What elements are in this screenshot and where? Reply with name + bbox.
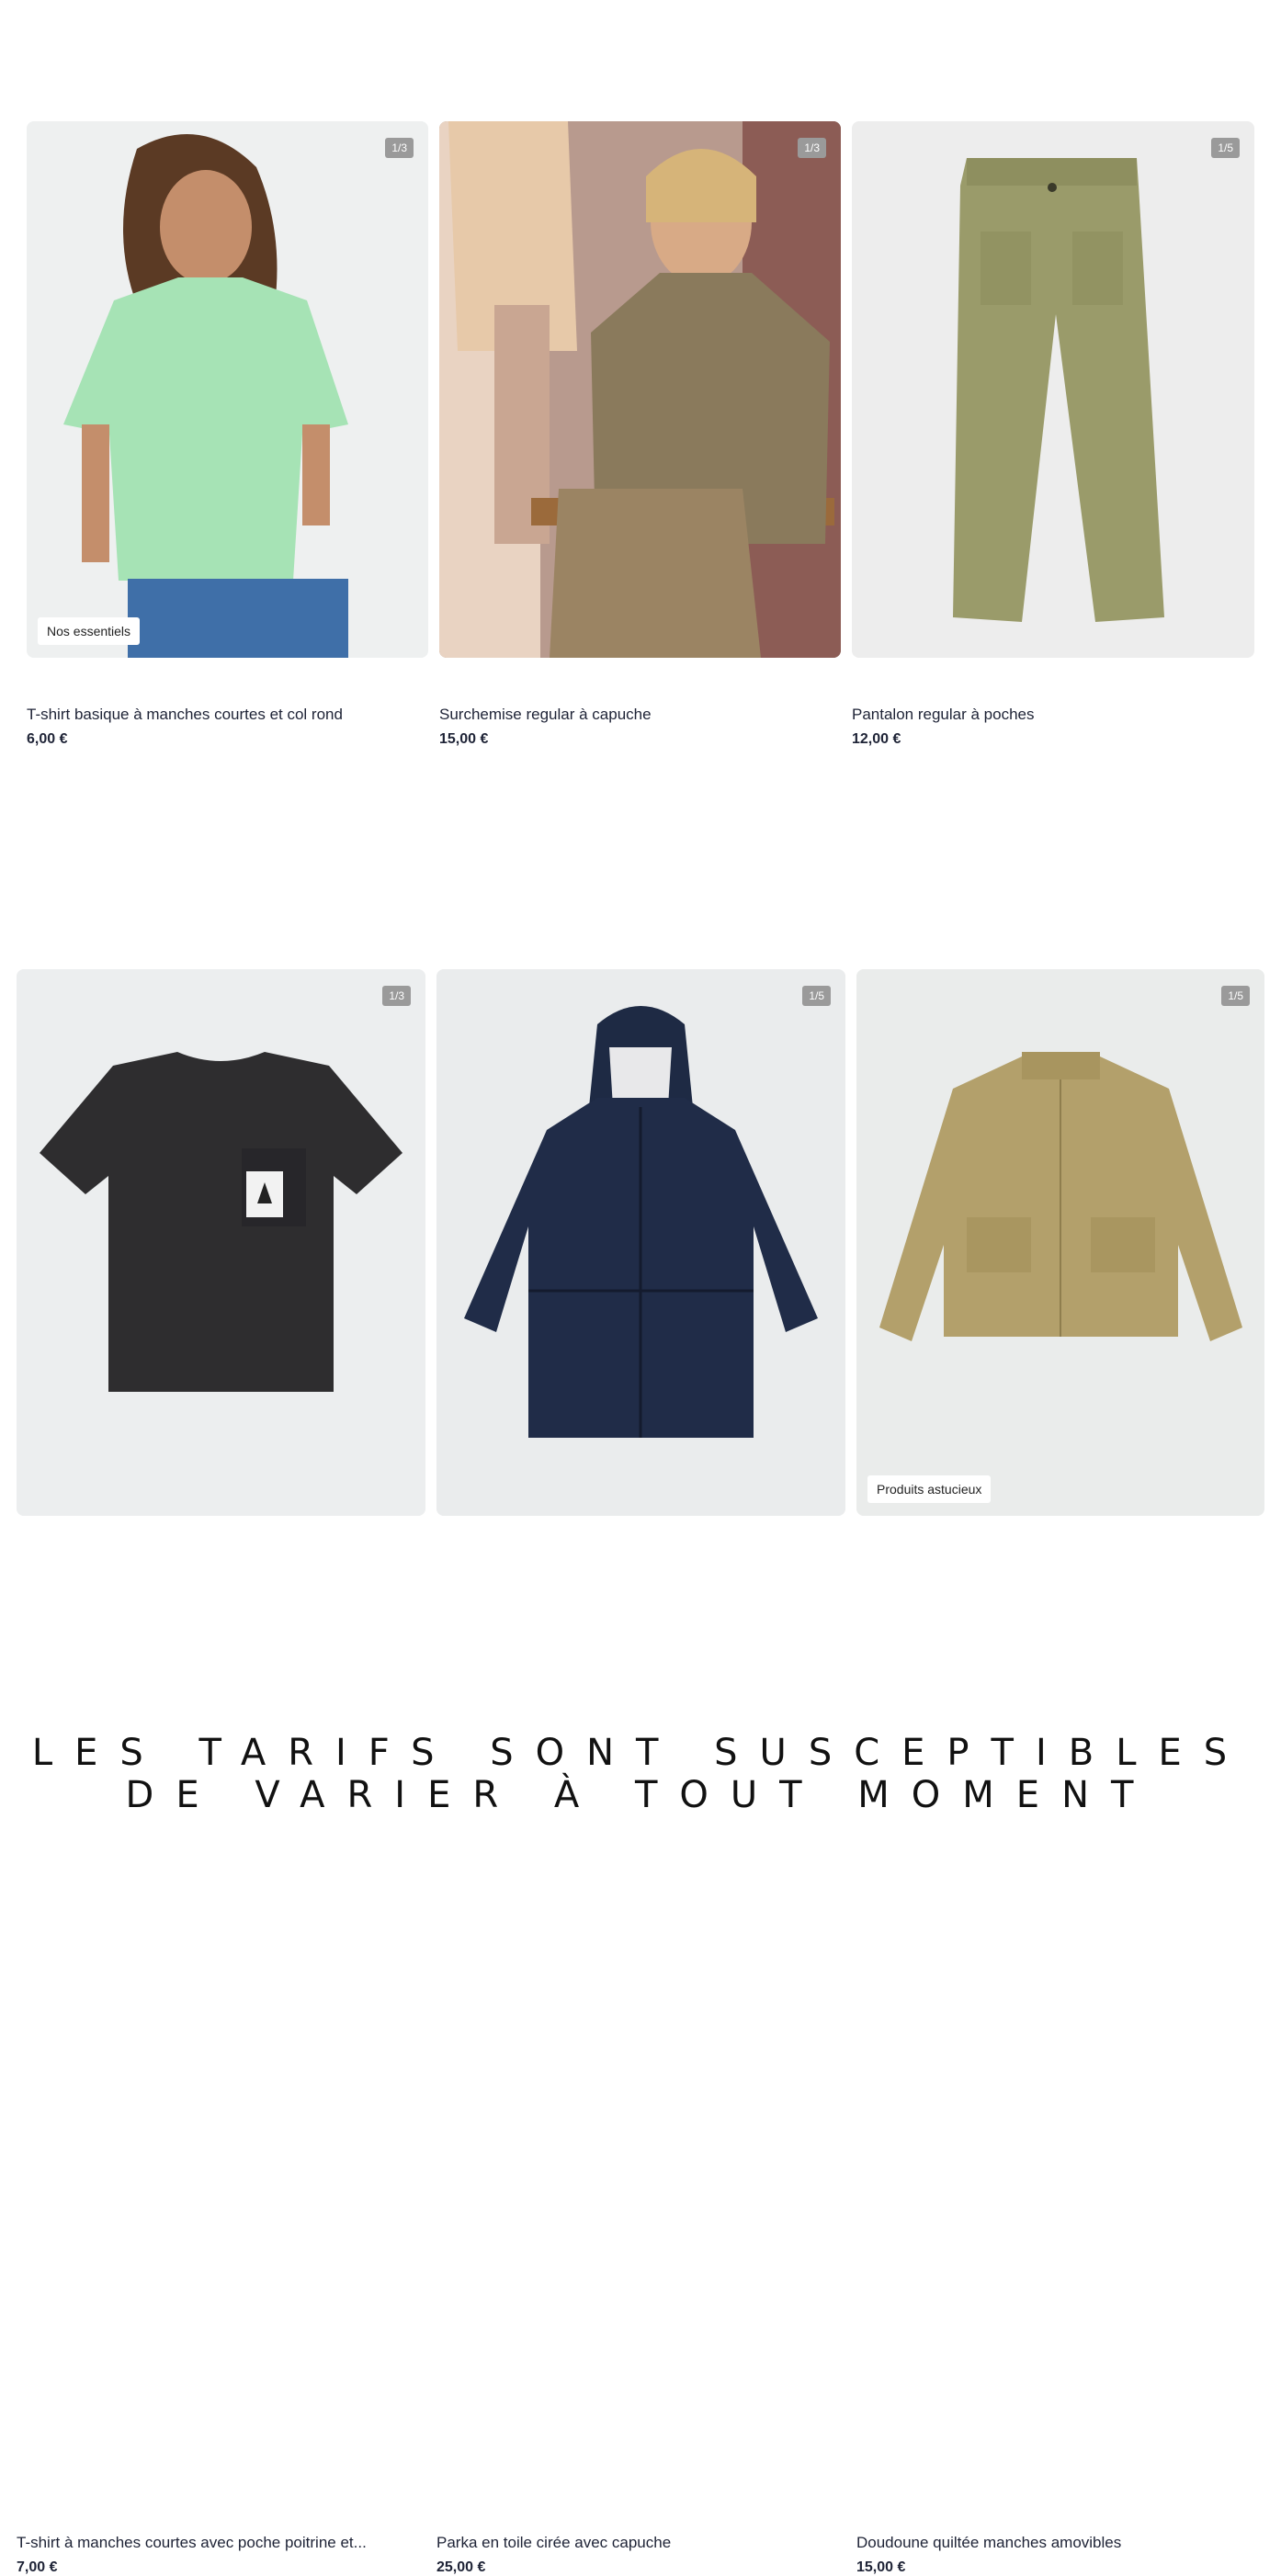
navy-parka-photo (436, 969, 845, 1516)
product-image[interactable]: 1/5 Produits astucieux (856, 969, 1264, 1516)
black-pocket-tshirt-photo (17, 969, 425, 1516)
product-image[interactable]: 1/3 Nos essentiels (27, 121, 428, 658)
green-tshirt-child-photo (27, 121, 428, 658)
product-price: 7,00 € (17, 2559, 58, 2575)
product-image[interactable]: 1/3 (439, 121, 841, 658)
product-image[interactable]: 1/3 (17, 969, 425, 1516)
olive-trousers-photo (852, 121, 1254, 658)
product-title[interactable]: Doudoune quiltée manches amovibles (856, 2534, 1264, 2552)
product-tag-badge: Produits astucieux (867, 1475, 992, 1503)
product-title[interactable]: Surchemise regular à capuche (439, 706, 841, 724)
khaki-overshirt-child-photo (439, 121, 841, 658)
product-price: 15,00 € (439, 731, 489, 747)
product-image[interactable]: 1/5 (436, 969, 845, 1516)
image-counter-badge: 1/3 (385, 138, 414, 158)
product-title[interactable]: T-shirt à manches courtes avec poche poi… (17, 2534, 402, 2552)
product-title[interactable]: T-shirt basique à manches courtes et col… (27, 706, 428, 724)
image-counter-badge: 1/3 (798, 138, 826, 158)
image-counter-badge: 1/5 (1211, 138, 1240, 158)
image-counter-badge: 1/3 (382, 986, 411, 1006)
product-price: 12,00 € (852, 731, 901, 747)
price-disclaimer: LES TARIFS SONT SUSCEPTIBLES DE VARIER À… (31, 1732, 1250, 1816)
product-price: 6,00 € (27, 731, 68, 747)
product-price: 25,00 € (436, 2559, 486, 2575)
product-title[interactable]: Pantalon regular à poches (852, 706, 1254, 724)
image-counter-badge: 1/5 (1221, 986, 1250, 1006)
quilted-jacket-photo (856, 969, 1264, 1516)
product-price: 15,00 € (856, 2559, 906, 2575)
product-tag-badge: Nos essentiels (38, 617, 141, 645)
image-counter-badge: 1/5 (802, 986, 831, 1006)
product-title[interactable]: Parka en toile cirée avec capuche (436, 2534, 845, 2552)
product-image[interactable]: 1/5 (852, 121, 1254, 658)
